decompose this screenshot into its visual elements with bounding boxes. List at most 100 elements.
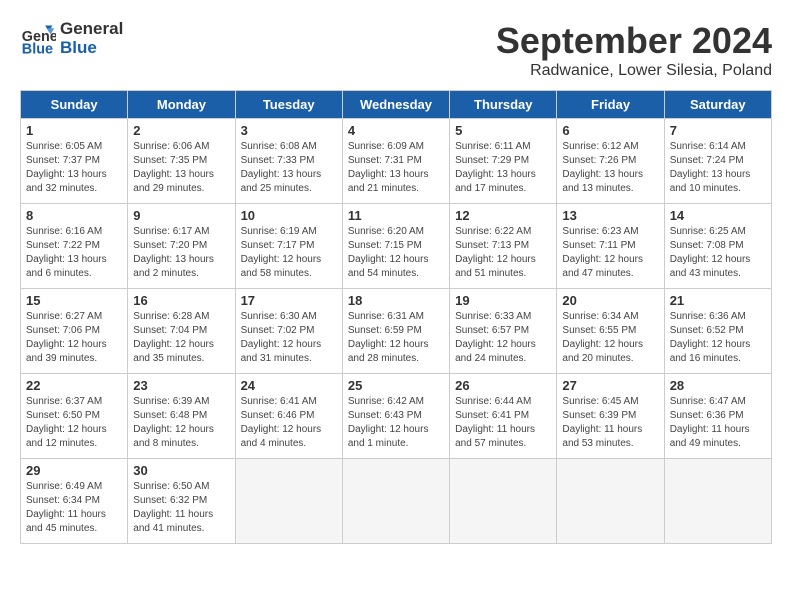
day-info: Sunrise: 6:44 AM Sunset: 6:41 PM Dayligh… — [455, 395, 551, 451]
calendar-week-row: 1 Sunrise: 6:05 AM Sunset: 7:37 PM Daylig… — [21, 119, 772, 204]
day-info: Sunrise: 6:19 AM Sunset: 7:17 PM Dayligh… — [241, 225, 337, 281]
day-info: Sunrise: 6:05 AM Sunset: 7:37 PM Dayligh… — [26, 140, 122, 196]
day-number: 17 — [241, 293, 337, 308]
calendar-cell — [342, 459, 449, 544]
day-info: Sunrise: 6:14 AM Sunset: 7:24 PM Dayligh… — [670, 140, 766, 196]
calendar-cell: 2Sunrise: 6:06 AM Sunset: 7:35 PM Daylig… — [128, 119, 235, 204]
calendar-cell — [235, 459, 342, 544]
day-info: Sunrise: 6:33 AM Sunset: 6:57 PM Dayligh… — [455, 310, 551, 366]
day-number: 19 — [455, 293, 551, 308]
day-number: 1 — [26, 123, 122, 138]
day-header-monday: Monday — [128, 91, 235, 119]
calendar-cell: 12Sunrise: 6:22 AM Sunset: 7:13 PM Dayli… — [450, 204, 557, 289]
calendar-cell: 7 Sunrise: 6:14 AM Sunset: 7:24 PM Daylig… — [664, 119, 771, 204]
day-info: Sunrise: 6:39 AM Sunset: 6:48 PM Dayligh… — [133, 395, 229, 451]
day-number: 29 — [26, 463, 122, 478]
day-info: Sunrise: 6:31 AM Sunset: 6:59 PM Dayligh… — [348, 310, 444, 366]
day-number: 6 — [562, 123, 658, 138]
calendar-cell — [664, 459, 771, 544]
calendar-cell: 26 Sunrise: 6:44 AM Sunset: 6:41 PM Dayli… — [450, 374, 557, 459]
calendar-week-row: 8 Sunrise: 6:16 AM Sunset: 7:22 PM Daylig… — [21, 204, 772, 289]
day-number: 15 — [26, 293, 122, 308]
calendar-cell: 22 Sunrise: 6:37 AM Sunset: 6:50 PM Dayli… — [21, 374, 128, 459]
calendar-cell: 14 Sunrise: 6:25 AM Sunset: 7:08 PM Dayli… — [664, 204, 771, 289]
day-number: 22 — [26, 378, 122, 393]
day-number: 28 — [670, 378, 766, 393]
calendar-cell — [450, 459, 557, 544]
day-number: 12 — [455, 208, 551, 223]
day-info: Sunrise: 6:49 AM Sunset: 6:34 PM Dayligh… — [26, 480, 122, 536]
day-info: Sunrise: 6:36 AM Sunset: 6:52 PM Dayligh… — [670, 310, 766, 366]
day-number: 2 — [133, 123, 229, 138]
calendar-cell: 27Sunrise: 6:45 AM Sunset: 6:39 PM Dayli… — [557, 374, 664, 459]
day-number: 18 — [348, 293, 444, 308]
day-number: 25 — [348, 378, 444, 393]
calendar-cell: 20 Sunrise: 6:34 AM Sunset: 6:55 PM Dayli… — [557, 289, 664, 374]
day-info: Sunrise: 6:20 AM Sunset: 7:15 PM Dayligh… — [348, 225, 444, 281]
day-info: Sunrise: 6:12 AM Sunset: 7:26 PM Dayligh… — [562, 140, 658, 196]
day-info: Sunrise: 6:23 AM Sunset: 7:11 PM Dayligh… — [562, 225, 658, 281]
day-header-saturday: Saturday — [664, 91, 771, 119]
day-number: 10 — [241, 208, 337, 223]
day-number: 3 — [241, 123, 337, 138]
day-info: Sunrise: 6:16 AM Sunset: 7:22 PM Dayligh… — [26, 225, 122, 281]
logo-icon: General Blue — [20, 21, 56, 57]
day-number: 21 — [670, 293, 766, 308]
day-number: 5 — [455, 123, 551, 138]
day-info: Sunrise: 6:08 AM Sunset: 7:33 PM Dayligh… — [241, 140, 337, 196]
day-info: Sunrise: 6:27 AM Sunset: 7:06 PM Dayligh… — [26, 310, 122, 366]
calendar-cell: 29 Sunrise: 6:49 AM Sunset: 6:34 PM Dayli… — [21, 459, 128, 544]
logo-text: General Blue — [60, 20, 123, 57]
calendar-cell: 5 Sunrise: 6:11 AM Sunset: 7:29 PM Daylig… — [450, 119, 557, 204]
day-header-friday: Friday — [557, 91, 664, 119]
calendar-cell: 24 Sunrise: 6:41 AM Sunset: 6:46 PM Dayli… — [235, 374, 342, 459]
calendar-cell: 1 Sunrise: 6:05 AM Sunset: 7:37 PM Daylig… — [21, 119, 128, 204]
calendar-cell: 13 Sunrise: 6:23 AM Sunset: 7:11 PM Dayli… — [557, 204, 664, 289]
day-number: 20 — [562, 293, 658, 308]
calendar-week-row: 15 Sunrise: 6:27 AM Sunset: 7:06 PM Dayli… — [21, 289, 772, 374]
day-header-sunday: Sunday — [21, 91, 128, 119]
day-number: 26 — [455, 378, 551, 393]
day-number: 24 — [241, 378, 337, 393]
day-info: Sunrise: 6:30 AM Sunset: 7:02 PM Dayligh… — [241, 310, 337, 366]
day-info: Sunrise: 6:09 AM Sunset: 7:31 PM Dayligh… — [348, 140, 444, 196]
calendar-cell: 19 Sunrise: 6:33 AM Sunset: 6:57 PM Dayli… — [450, 289, 557, 374]
day-info: Sunrise: 6:11 AM Sunset: 7:29 PM Dayligh… — [455, 140, 551, 196]
calendar-cell: 23Sunrise: 6:39 AM Sunset: 6:48 PM Dayli… — [128, 374, 235, 459]
calendar-cell: 18 Sunrise: 6:31 AM Sunset: 6:59 PM Dayli… — [342, 289, 449, 374]
calendar-cell: 30Sunrise: 6:50 AM Sunset: 6:32 PM Dayli… — [128, 459, 235, 544]
calendar-week-row: 22 Sunrise: 6:37 AM Sunset: 6:50 PM Dayli… — [21, 374, 772, 459]
day-info: Sunrise: 6:34 AM Sunset: 6:55 PM Dayligh… — [562, 310, 658, 366]
calendar-cell: 10 Sunrise: 6:19 AM Sunset: 7:17 PM Dayli… — [235, 204, 342, 289]
day-info: Sunrise: 6:25 AM Sunset: 7:08 PM Dayligh… — [670, 225, 766, 281]
calendar-cell: 6 Sunrise: 6:12 AM Sunset: 7:26 PM Daylig… — [557, 119, 664, 204]
day-number: 27 — [562, 378, 658, 393]
calendar-week-row: 29 Sunrise: 6:49 AM Sunset: 6:34 PM Dayli… — [21, 459, 772, 544]
calendar-cell: 11Sunrise: 6:20 AM Sunset: 7:15 PM Dayli… — [342, 204, 449, 289]
calendar-cell: 17 Sunrise: 6:30 AM Sunset: 7:02 PM Dayli… — [235, 289, 342, 374]
calendar-cell: 16Sunrise: 6:28 AM Sunset: 7:04 PM Dayli… — [128, 289, 235, 374]
calendar-header-row: SundayMondayTuesdayWednesdayThursdayFrid… — [21, 91, 772, 119]
calendar-cell: 15 Sunrise: 6:27 AM Sunset: 7:06 PM Dayli… — [21, 289, 128, 374]
day-number: 30 — [133, 463, 229, 478]
day-info: Sunrise: 6:41 AM Sunset: 6:46 PM Dayligh… — [241, 395, 337, 451]
day-header-thursday: Thursday — [450, 91, 557, 119]
calendar-cell: 3 Sunrise: 6:08 AM Sunset: 7:33 PM Daylig… — [235, 119, 342, 204]
title-block: September 2024 Radwanice, Lower Silesia,… — [496, 20, 772, 80]
logo: General Blue General Blue — [20, 20, 123, 57]
calendar-cell: 4 Sunrise: 6:09 AM Sunset: 7:31 PM Daylig… — [342, 119, 449, 204]
day-info: Sunrise: 6:37 AM Sunset: 6:50 PM Dayligh… — [26, 395, 122, 451]
day-header-wednesday: Wednesday — [342, 91, 449, 119]
calendar-cell: 9Sunrise: 6:17 AM Sunset: 7:20 PM Daylig… — [128, 204, 235, 289]
day-info: Sunrise: 6:47 AM Sunset: 6:36 PM Dayligh… — [670, 395, 766, 451]
svg-text:Blue: Blue — [22, 41, 53, 57]
day-number: 16 — [133, 293, 229, 308]
day-info: Sunrise: 6:17 AM Sunset: 7:20 PM Dayligh… — [133, 225, 229, 281]
day-number: 4 — [348, 123, 444, 138]
day-number: 14 — [670, 208, 766, 223]
calendar-cell — [557, 459, 664, 544]
day-number: 7 — [670, 123, 766, 138]
day-number: 8 — [26, 208, 122, 223]
day-header-tuesday: Tuesday — [235, 91, 342, 119]
day-number: 13 — [562, 208, 658, 223]
